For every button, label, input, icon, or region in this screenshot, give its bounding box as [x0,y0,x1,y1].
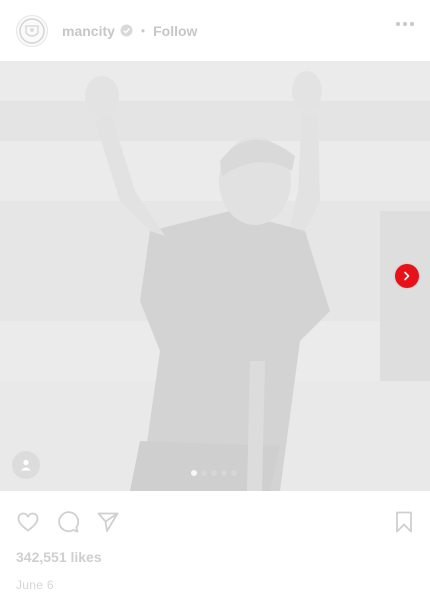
likes-count[interactable]: 342,551 likes [16,549,102,565]
carousel-dot [211,470,217,476]
next-slide-button[interactable] [395,264,419,288]
chevron-right-icon [404,271,410,281]
post-actions [0,491,430,549]
like-button[interactable] [15,509,41,535]
post-date: June 6 [16,578,54,592]
carousel-indicator [191,470,237,476]
user-tag-icon [21,459,31,471]
post-image[interactable] [0,61,430,491]
heart-icon [17,512,39,532]
separator: • [140,23,146,38]
post-photo [0,61,430,491]
username-link[interactable]: mancity [62,23,115,39]
share-icon [97,512,119,532]
share-button[interactable] [95,509,121,535]
carousel-dot [231,470,237,476]
more-options-icon[interactable] [396,22,414,26]
club-crest-icon[interactable] [16,14,48,47]
save-button[interactable] [391,509,417,535]
comment-icon [58,511,80,533]
verified-badge-icon [120,24,133,37]
user-tag-button[interactable] [12,451,40,479]
carousel-dot [221,470,227,476]
follow-button[interactable]: Follow [153,23,197,39]
carousel-dot [201,470,207,476]
bookmark-icon [396,511,412,533]
carousel-dot-active [191,470,197,476]
post-header: mancity • Follow [0,0,430,61]
comment-button[interactable] [55,509,81,535]
